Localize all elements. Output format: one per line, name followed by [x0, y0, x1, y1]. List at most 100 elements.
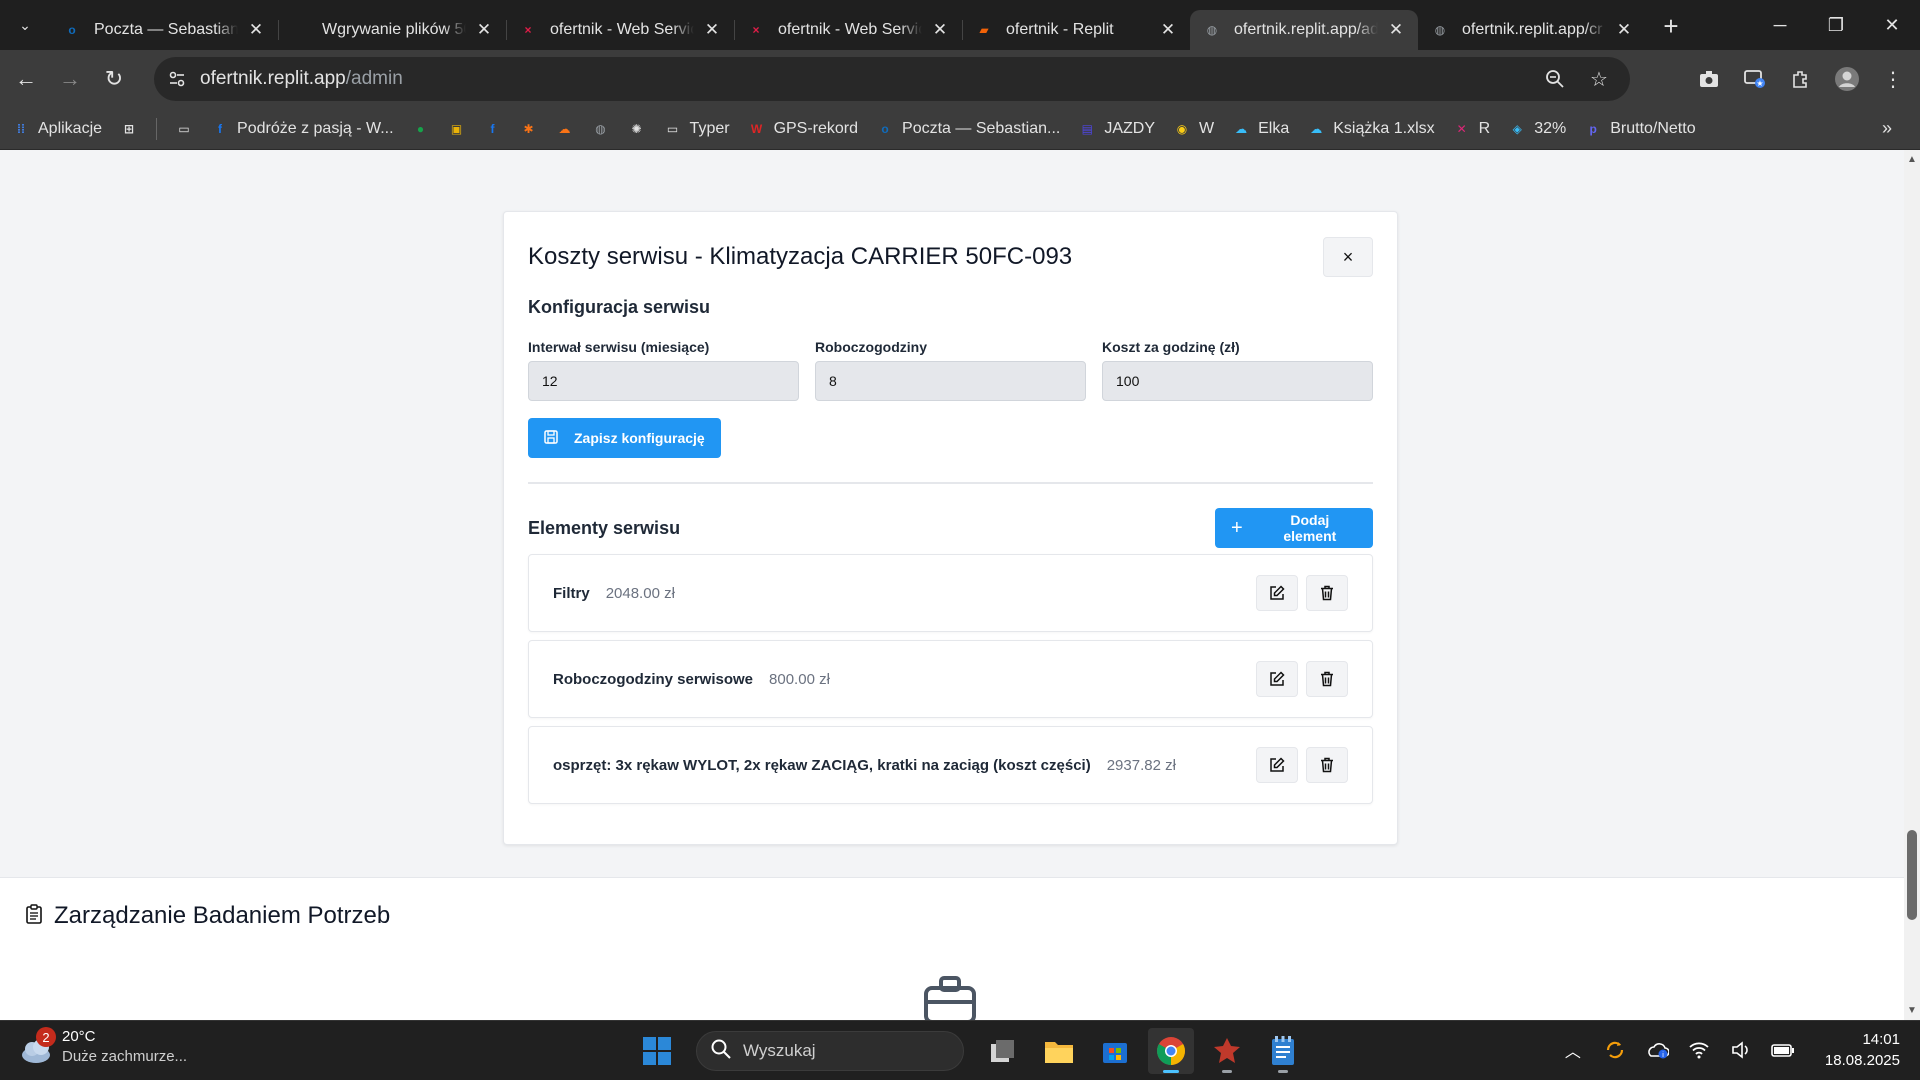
bookmark-item[interactable]: ◈ 32% — [1508, 120, 1567, 138]
restore-button[interactable]: ❐ — [1808, 0, 1864, 50]
onedrive-icon[interactable]: i — [1643, 1041, 1671, 1059]
delete-button[interactable] — [1306, 747, 1348, 783]
plus-icon: + — [1231, 516, 1243, 539]
onedrive-icon: ☁ — [1235, 121, 1248, 136]
task-view-button[interactable] — [980, 1028, 1026, 1074]
extensions-icon[interactable] — [1782, 61, 1820, 97]
bookmark-item[interactable]: ▣ — [448, 120, 466, 138]
bookmark-item[interactable]: ▭ Typer — [664, 120, 730, 138]
chrome-app[interactable] — [1148, 1028, 1194, 1074]
rate-input[interactable] — [1102, 361, 1373, 401]
system-tray: ︿ i 14:01 18.08.2025 — [1559, 1029, 1900, 1071]
bookmark-item[interactable]: ▤ JAZDY — [1078, 120, 1155, 138]
favicon-icon: ◍ — [1206, 23, 1218, 37]
kebab-menu-icon[interactable]: ⋮ — [1874, 61, 1912, 97]
browser-tab[interactable]: ▰ ofertnik - Replit ✕ — [962, 10, 1190, 50]
bookmark-item[interactable]: ☁ Elka — [1232, 120, 1289, 138]
browser-tab[interactable]: ◍ ofertnik.replit.app/ad ✕ — [1190, 10, 1418, 50]
tab-close-icon[interactable]: ✕ — [702, 20, 722, 40]
browser-tab[interactable]: ◍ ofertnik.replit.app/cr ✕ — [1418, 10, 1646, 50]
page-scrollbar[interactable]: ▲ ▼ — [1904, 150, 1920, 1020]
address-bar[interactable]: ofertnik.replit.app/admin ☆ — [154, 57, 1630, 101]
tab-strip: oPoczta — Sebastian P✕Wgrywanie plików 5… — [50, 0, 1646, 50]
volume-icon[interactable] — [1727, 1041, 1755, 1059]
modal-close-button[interactable]: × — [1323, 237, 1373, 277]
chevron-up-icon[interactable]: ︿ — [1559, 1038, 1587, 1062]
wifi-icon[interactable] — [1685, 1041, 1713, 1059]
profile-avatar[interactable] — [1828, 61, 1866, 97]
browser-tab[interactable]: Wgrywanie plików 50 ✕ — [278, 10, 506, 50]
bookmark-item[interactable]: ▭ — [175, 120, 193, 138]
tab-close-icon[interactable]: ✕ — [1158, 20, 1178, 40]
bookmark-label: Typer — [689, 119, 730, 137]
add-element-button[interactable]: + Dodaj element — [1215, 508, 1373, 548]
briefcase-icon: ▣ — [450, 121, 463, 136]
site-info-button[interactable] — [160, 62, 194, 96]
browser-tab[interactable]: o Poczta — Sebastian P ✕ — [50, 10, 278, 50]
delete-button[interactable] — [1306, 661, 1348, 697]
edit-button[interactable] — [1256, 747, 1298, 783]
hours-input[interactable] — [815, 361, 1086, 401]
interval-input[interactable] — [528, 361, 799, 401]
tab-close-icon[interactable]: ✕ — [1614, 20, 1634, 40]
bookmark-item[interactable]: p Brutto/Netto — [1584, 120, 1696, 138]
bookmark-item[interactable]: ✺ — [628, 120, 646, 138]
close-window-button[interactable]: ✕ — [1864, 0, 1920, 50]
bookmark-item[interactable]: ✕ R — [1453, 120, 1491, 138]
bookmark-item[interactable]: ☁ — [556, 120, 574, 138]
tab-close-icon[interactable]: ✕ — [474, 20, 494, 40]
bookmark-item[interactable]: ◍ — [592, 120, 610, 138]
screenshot-icon[interactable] — [1690, 61, 1728, 97]
reload-button[interactable]: ↻ — [96, 61, 132, 97]
store-app[interactable] — [1092, 1028, 1138, 1074]
browser-tab[interactable]: × ofertnik - Web Servic ✕ — [734, 10, 962, 50]
scroll-up-icon[interactable]: ▲ — [1907, 154, 1917, 165]
tab-title: Poczta — Sebastian P — [94, 21, 238, 38]
chevron-double-right-icon[interactable]: » — [1882, 118, 1892, 139]
file-explorer-app[interactable] — [1036, 1028, 1082, 1074]
system-clock[interactable]: 14:01 18.08.2025 — [1825, 1029, 1900, 1071]
tab-close-icon[interactable]: ✕ — [1386, 20, 1406, 40]
red-app[interactable] — [1204, 1028, 1250, 1074]
bookmark-item[interactable]: f — [484, 120, 502, 138]
bookmark-item[interactable]: W GPS-rekord — [748, 120, 858, 138]
notepad-app[interactable] — [1260, 1028, 1306, 1074]
bookmark-item[interactable]: ✱ — [520, 120, 538, 138]
bookmark-item[interactable]: ☁ Książka 1.xlsx — [1307, 120, 1434, 138]
bulb-icon: ◈ — [1512, 121, 1522, 136]
bookmark-item[interactable]: o Poczta — Sebastian... — [876, 120, 1060, 138]
edit-button[interactable] — [1256, 661, 1298, 697]
gps-icon: W — [750, 121, 763, 136]
bookmark-item[interactable]: ● — [412, 120, 430, 138]
needs-assessment-panel: Zarządzanie Badaniem Potrzeb — [0, 877, 1904, 1020]
bookmark-item[interactable]: ⁞⁞ Aplikacje — [12, 120, 102, 138]
battery-icon[interactable] — [1769, 1042, 1797, 1058]
edit-button[interactable] — [1256, 575, 1298, 611]
bookmark-item[interactable]: ⊞ — [120, 120, 138, 138]
save-config-button[interactable]: Zapisz konfigurację — [528, 418, 721, 458]
scroll-down-icon[interactable]: ▼ — [1907, 1005, 1917, 1016]
new-tab-button[interactable]: + — [1654, 9, 1688, 43]
tab-close-icon[interactable]: ✕ — [246, 20, 266, 40]
taskbar-search[interactable]: Wyszukaj — [696, 1031, 964, 1071]
scrollbar-thumb[interactable] — [1907, 830, 1917, 920]
weather-widget[interactable]: 2 20°C Duże zachmurze... — [18, 1027, 187, 1067]
forward-button[interactable]: → — [52, 61, 88, 97]
browser-tab[interactable]: × ofertnik - Web Servic ✕ — [506, 10, 734, 50]
minimize-button[interactable]: ─ — [1752, 0, 1808, 50]
close-icon: × — [1342, 246, 1354, 267]
bookmark-item[interactable]: ◉ W — [1173, 120, 1214, 138]
zoom-icon[interactable] — [1540, 63, 1570, 95]
folder-icon: ▭ — [666, 121, 679, 136]
tab-search-button[interactable]: ⌄ — [10, 10, 40, 40]
bookmark-star-icon[interactable]: ☆ — [1584, 63, 1614, 95]
sync-icon[interactable] — [1601, 1039, 1629, 1061]
back-button[interactable]: ← — [8, 61, 44, 97]
tab-close-icon[interactable]: ✕ — [930, 20, 950, 40]
tab-groups-icon[interactable]: ★ — [1736, 61, 1774, 97]
start-button[interactable] — [634, 1028, 680, 1074]
element-cost: 2937.82 zł — [1106, 756, 1176, 774]
bookmark-item[interactable]: f Podróże z pasją - W... — [211, 120, 394, 138]
p-icon-icon: p — [1589, 121, 1597, 136]
delete-button[interactable] — [1306, 575, 1348, 611]
